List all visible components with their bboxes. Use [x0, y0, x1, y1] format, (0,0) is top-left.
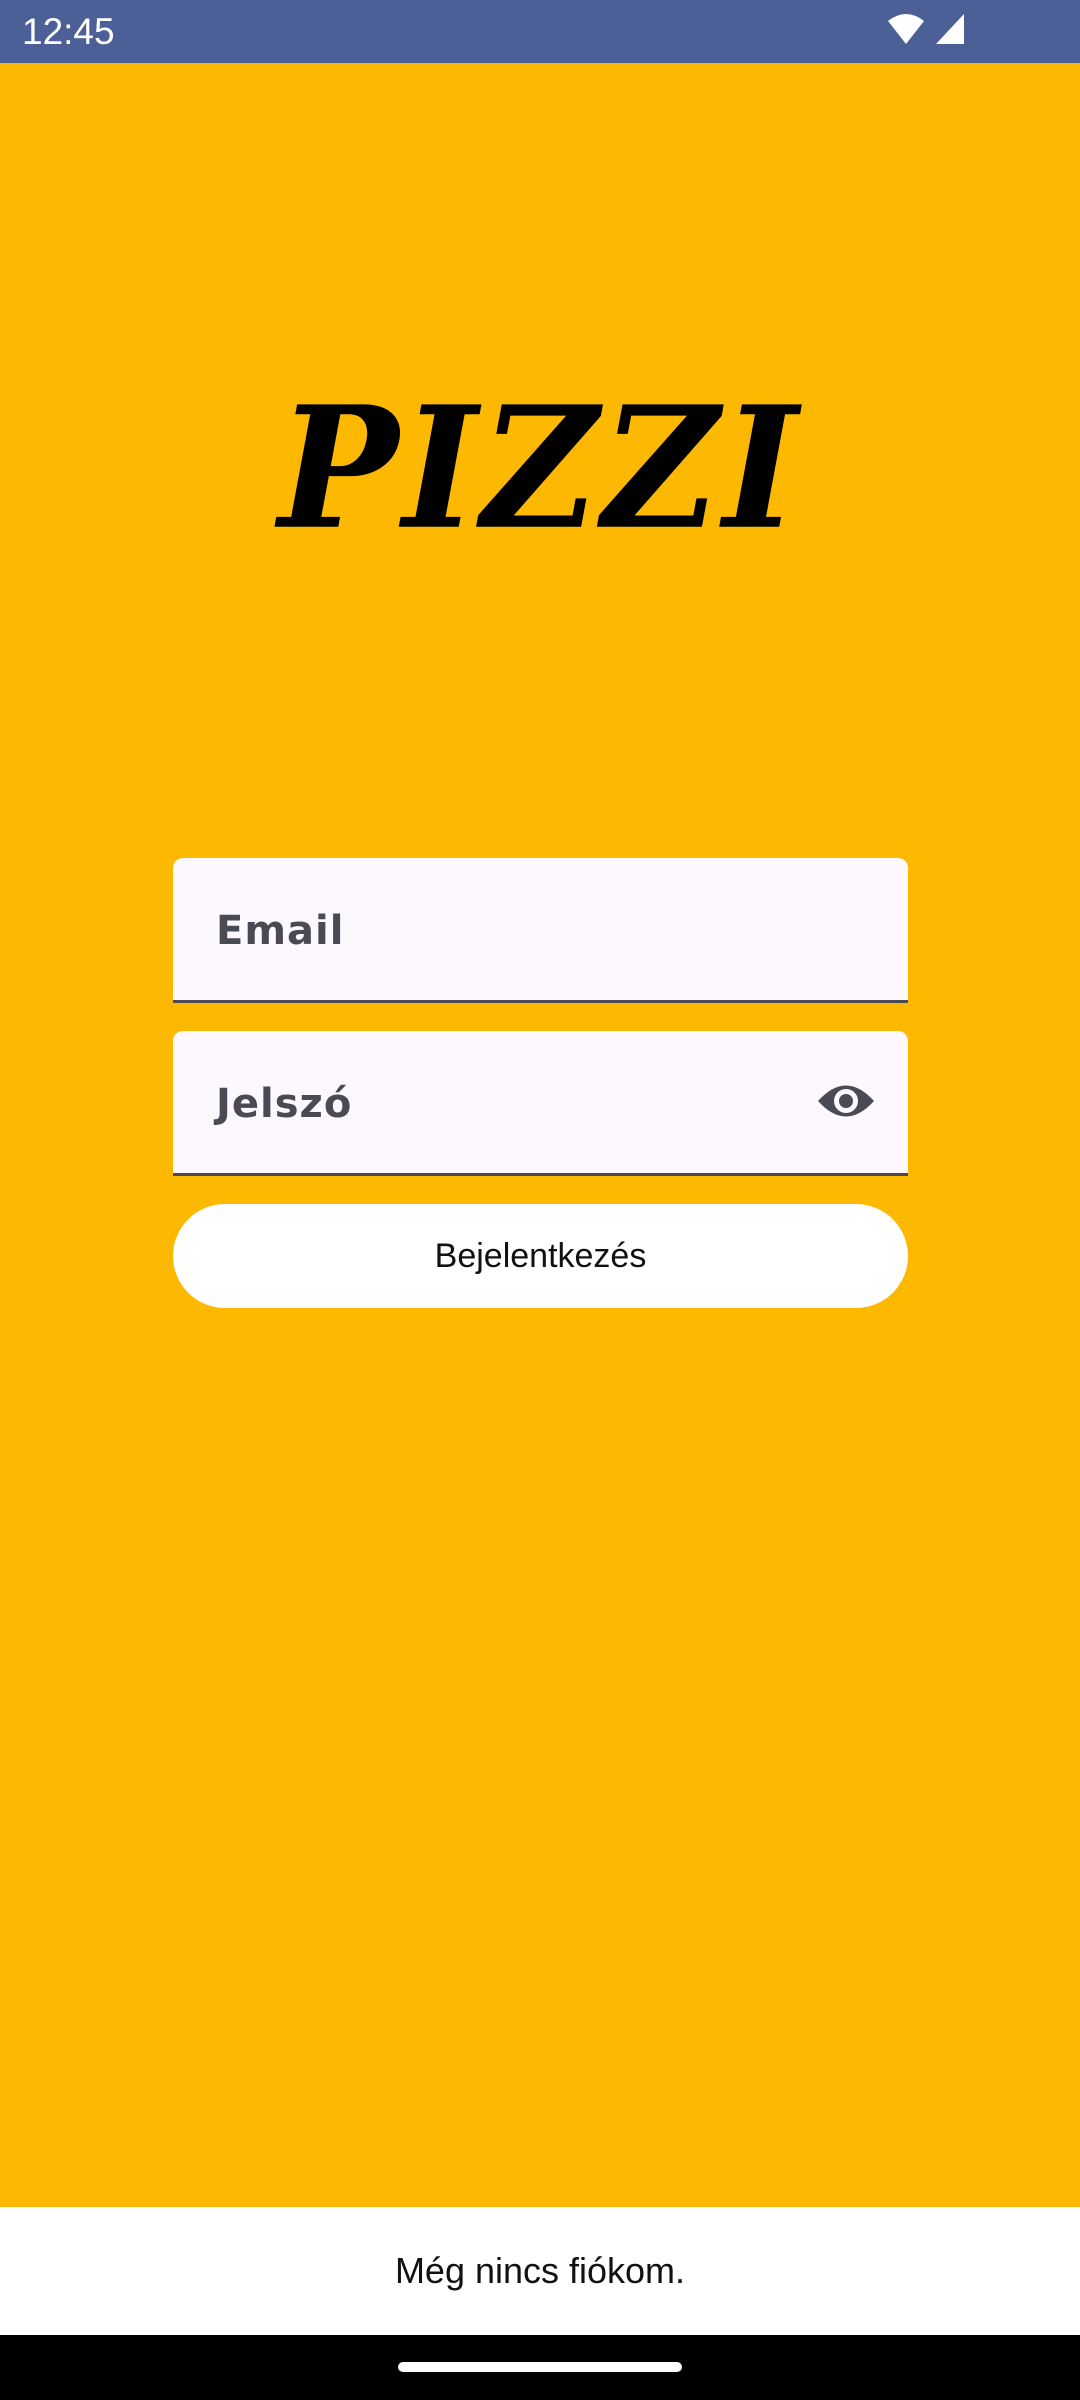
app-logo: PIZZI — [278, 369, 802, 567]
navigation-bar — [0, 2335, 1080, 2400]
home-gesture-handle[interactable] — [398, 2362, 682, 2372]
eye-icon[interactable] — [816, 1076, 876, 1126]
status-time: 12:45 — [22, 11, 115, 52]
email-placeholder: Email — [216, 908, 345, 954]
cellular-signal-icon — [935, 13, 965, 50]
register-bar: Még nincs fiókom. — [0, 2207, 1080, 2335]
login-screen: 12:45 PIZZI Email Jelszó Bejelentkezés M… — [0, 0, 1080, 2400]
password-placeholder: Jelszó — [216, 1081, 353, 1127]
password-field[interactable]: Jelszó — [173, 1031, 908, 1176]
login-button[interactable]: Bejelentkezés — [173, 1204, 908, 1308]
email-field[interactable]: Email — [173, 858, 908, 1003]
status-bar: 12:45 — [0, 0, 1080, 63]
status-icons — [887, 13, 965, 49]
register-button[interactable]: Még nincs fiókom. — [10, 2209, 1070, 2333]
wifi-icon — [887, 13, 925, 50]
